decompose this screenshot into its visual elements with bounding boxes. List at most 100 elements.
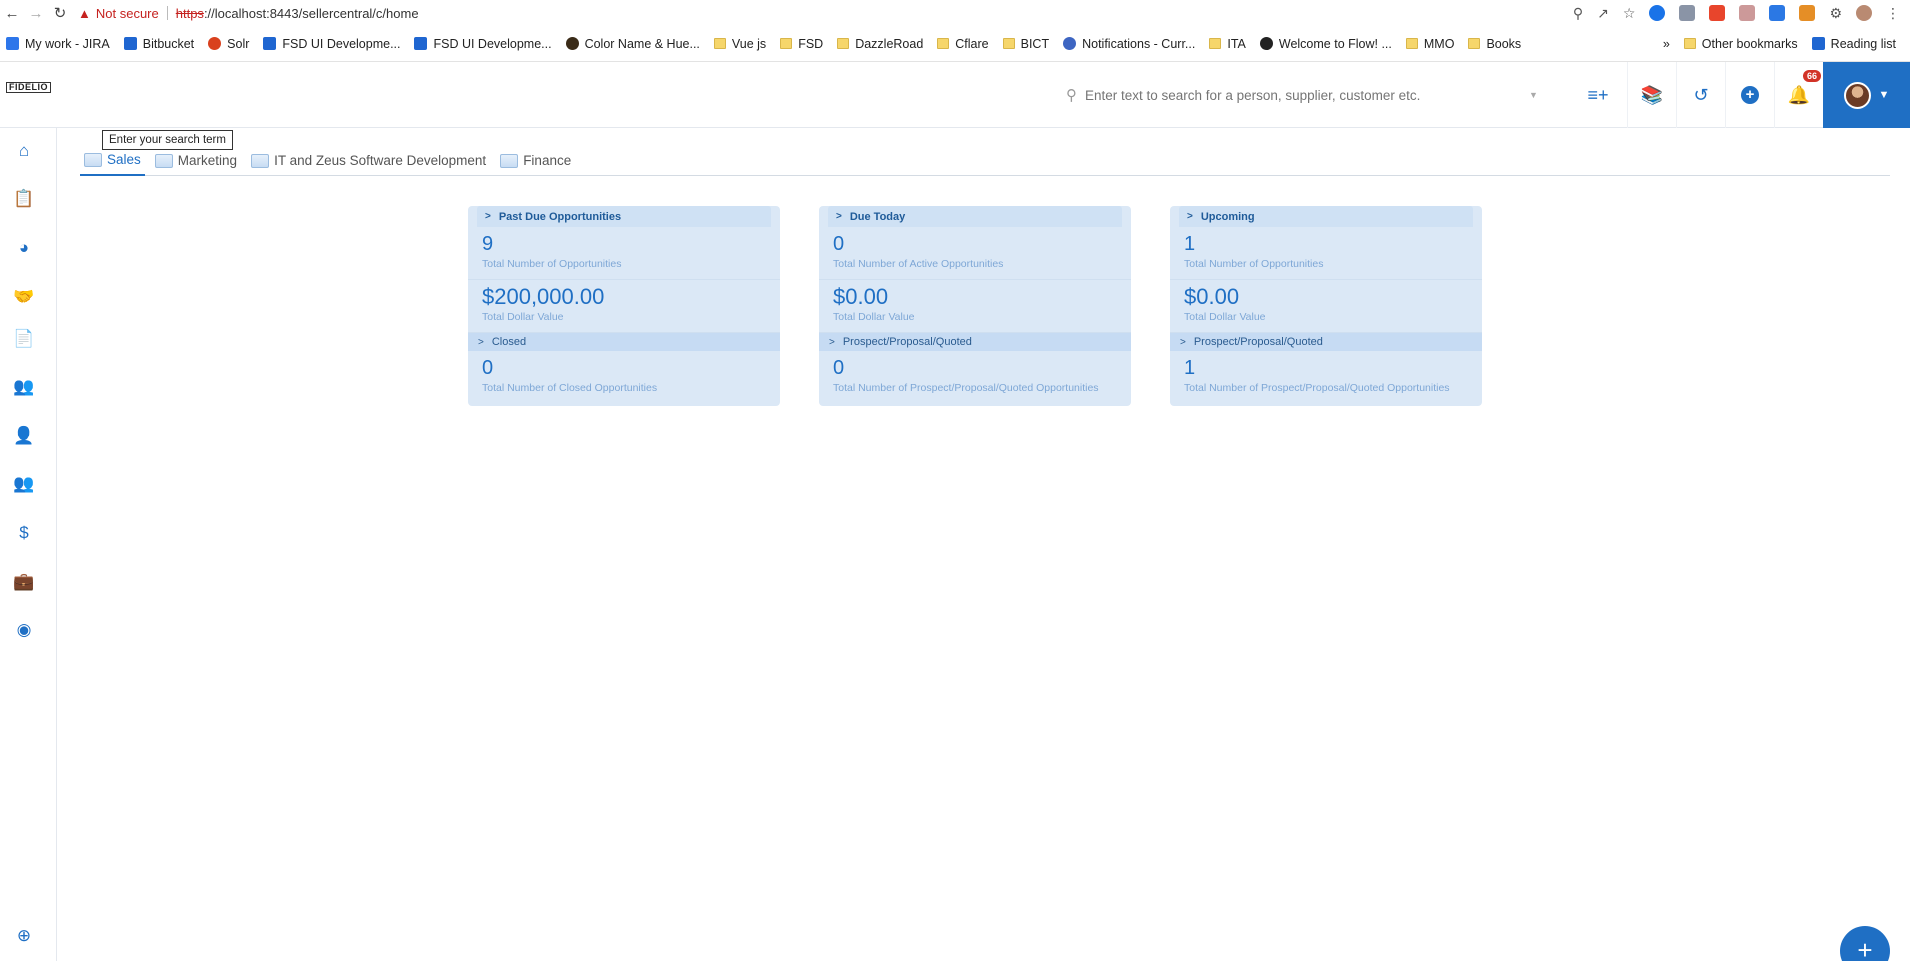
history-button[interactable]: ↺ bbox=[1676, 62, 1725, 128]
card-header[interactable]: > Upcoming bbox=[1179, 206, 1473, 227]
c-extension-icon[interactable] bbox=[1709, 5, 1726, 21]
app-logo[interactable]: FIDELIO bbox=[6, 82, 51, 93]
plus-icon: + bbox=[1857, 935, 1873, 961]
card-title: Due Today bbox=[849, 210, 906, 223]
bookmark-favicon-icon bbox=[123, 37, 137, 50]
bookmark-item[interactable]: Vue js bbox=[713, 37, 766, 51]
bookmark-label: Other bookmarks bbox=[1701, 36, 1798, 51]
subsection-header[interactable]: > Prospect/Proposal/Quoted bbox=[819, 333, 1131, 351]
bookmark-favicon-icon bbox=[1259, 37, 1273, 50]
grammarly-extension-icon[interactable] bbox=[1649, 5, 1666, 21]
amount-block: $0.00 Total Dollar Value bbox=[819, 280, 1131, 333]
profile-avatar-icon[interactable] bbox=[1856, 5, 1872, 21]
reload-icon[interactable]: ↻ bbox=[48, 4, 72, 22]
global-search[interactable]: ⚲ ▼ bbox=[1066, 83, 1556, 107]
bookmark-label: ITA bbox=[1227, 36, 1246, 51]
other-bookmarks-button[interactable]: Other bookmarks bbox=[1683, 36, 1798, 51]
notifications-button[interactable]: 🔔 66 bbox=[1774, 62, 1823, 128]
floating-add-button[interactable]: + bbox=[1840, 926, 1890, 961]
card-title: Upcoming bbox=[1200, 210, 1255, 223]
bookmark-item[interactable]: FSD UI Developme... bbox=[263, 37, 400, 51]
warning-icon: ▲ bbox=[78, 5, 91, 21]
bookmark-label: Solr bbox=[227, 36, 250, 51]
sub-count-block: 0 Total Number of Closed Opportunities bbox=[468, 351, 780, 404]
bookmark-item[interactable]: My work - JIRA bbox=[6, 37, 110, 51]
user-menu-button[interactable]: ▼ bbox=[1823, 62, 1910, 128]
bookmark-label: DazzleRoad bbox=[855, 36, 924, 51]
bookmark-item[interactable]: Bitbucket bbox=[123, 37, 194, 51]
subsection-header[interactable]: > Closed bbox=[468, 333, 780, 351]
dashboard-tabs: Sales Marketing IT and Zeus Software Devel… bbox=[80, 146, 1890, 176]
subsection-title: Closed bbox=[491, 336, 527, 348]
bookmark-folder-icon bbox=[1405, 38, 1418, 49]
bookmark-label: Notifications - Curr... bbox=[1082, 36, 1196, 51]
robot-icon[interactable]: ◉ bbox=[14, 620, 34, 640]
amount-label: Total Dollar Value bbox=[482, 311, 564, 323]
url-field[interactable]: ▲ Not secure https ://localhost:8443/sel… bbox=[78, 2, 1573, 24]
pie-chart-icon[interactable]: ◕ bbox=[14, 238, 34, 258]
plus-circle-icon[interactable]: ⊕ bbox=[14, 926, 34, 946]
zoom-icon[interactable]: ⚲ bbox=[1573, 5, 1583, 22]
tab-sales[interactable]: Sales bbox=[80, 146, 145, 176]
subsection-header[interactable]: > Prospect/Proposal/Quoted bbox=[1170, 333, 1482, 351]
tab-it[interactable]: IT and Zeus Software Development bbox=[247, 146, 490, 176]
count-block: 9 Total Number of Opportunities bbox=[468, 227, 780, 280]
contact-card-icon[interactable]: 👤 bbox=[13, 426, 34, 446]
star-icon[interactable]: ☆ bbox=[1623, 5, 1636, 22]
hammer-extension-icon[interactable] bbox=[1799, 5, 1816, 21]
people-icon[interactable]: 👥 bbox=[13, 377, 34, 397]
search-input[interactable] bbox=[1085, 87, 1525, 103]
amount-block: $0.00 Total Dollar Value bbox=[1170, 280, 1482, 333]
count-value: 1 bbox=[1184, 233, 1196, 255]
bookmark-item[interactable]: MMO bbox=[1405, 37, 1454, 51]
bookmark-item[interactable]: BICT bbox=[1002, 37, 1049, 51]
kebab-menu-icon[interactable]: ⋮ bbox=[1886, 5, 1900, 22]
more-bookmarks-button[interactable]: » bbox=[1663, 37, 1670, 51]
bookmark-item[interactable]: ITA bbox=[1209, 37, 1246, 51]
knowledge-button[interactable]: 📚 bbox=[1627, 62, 1676, 128]
chevron-right-icon: > bbox=[478, 336, 484, 348]
chevron-down-icon[interactable]: ▼ bbox=[1529, 90, 1538, 100]
handshake-icon[interactable]: 🤝 bbox=[13, 287, 34, 307]
tab-marketing[interactable]: Marketing bbox=[151, 146, 241, 176]
card-header[interactable]: > Due Today bbox=[828, 206, 1122, 227]
bookmark-label: My work - JIRA bbox=[25, 36, 110, 51]
bookmark-item[interactable]: FSD bbox=[780, 37, 823, 51]
bookmark-item[interactable]: FSD UI Developme... bbox=[414, 37, 552, 51]
count-value: 0 bbox=[833, 233, 845, 255]
subsection-title: Prospect/Proposal/Quoted bbox=[1193, 336, 1323, 348]
puzzle-icon[interactable]: ⚙ bbox=[1829, 5, 1842, 22]
forward-icon[interactable]: → bbox=[24, 5, 48, 22]
reading-list-button[interactable]: Reading list bbox=[1811, 37, 1896, 51]
bookmark-item[interactable]: Notifications - Curr... bbox=[1063, 37, 1195, 51]
clipboard-icon[interactable]: 📋 bbox=[13, 189, 34, 209]
vuetify-extension-icon[interactable] bbox=[1679, 5, 1696, 21]
sidebar: ⌂ 📋 ◕ 🤝 📄 👥 👤 👥 $ 💼 ◉ ⊕ bbox=[0, 128, 57, 961]
dollar-icon[interactable]: $ bbox=[14, 523, 34, 543]
bookmark-favicon-icon bbox=[208, 37, 222, 50]
share-icon[interactable]: ↗ bbox=[1597, 5, 1609, 22]
tab-finance[interactable]: Finance bbox=[496, 146, 575, 176]
bookmark-item[interactable]: Cflare bbox=[937, 37, 989, 51]
bookmark-item[interactable]: Solr bbox=[208, 37, 249, 51]
subsection-title: Prospect/Proposal/Quoted bbox=[842, 336, 972, 348]
add-list-button[interactable]: ≡+ bbox=[1569, 62, 1627, 128]
bookmark-folder-icon bbox=[780, 38, 793, 49]
card-header[interactable]: > Past Due Opportunities bbox=[477, 206, 771, 227]
folder-icon bbox=[1683, 38, 1696, 49]
bookmark-item[interactable]: Books bbox=[1468, 37, 1521, 51]
reading-list-icon bbox=[1811, 37, 1825, 50]
card-title: Past Due Opportunities bbox=[498, 210, 622, 223]
bookmark-item[interactable]: DazzleRoad bbox=[837, 37, 923, 51]
briefcase-icon[interactable]: 💼 bbox=[13, 572, 34, 592]
home-icon[interactable]: ⌂ bbox=[14, 141, 34, 161]
back-icon[interactable]: ← bbox=[0, 5, 24, 22]
create-button[interactable]: + bbox=[1725, 62, 1774, 128]
summary-card: > Past Due Opportunities 9 Total Number of … bbox=[468, 206, 780, 406]
bookmark-item[interactable]: Color Name & Hue... bbox=[565, 37, 700, 51]
screenshot-extension-icon[interactable] bbox=[1739, 5, 1756, 21]
pen-extension-icon[interactable] bbox=[1769, 5, 1786, 21]
document-icon[interactable]: 📄 bbox=[13, 329, 34, 349]
group-icon[interactable]: 👥 bbox=[13, 474, 34, 494]
bookmark-item[interactable]: Welcome to Flow! ... bbox=[1259, 37, 1392, 51]
